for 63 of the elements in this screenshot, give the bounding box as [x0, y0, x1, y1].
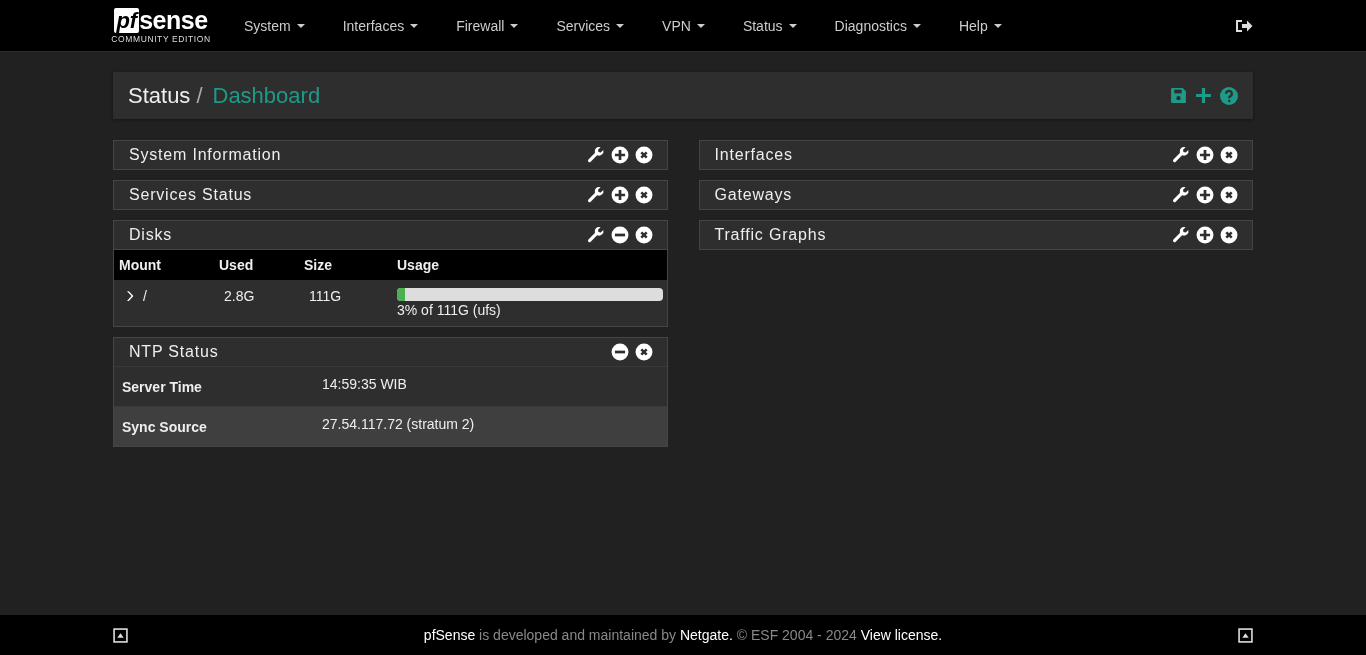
collapse-icon[interactable]: [610, 226, 629, 244]
column-header: Usage: [396, 257, 441, 273]
nav-menu[interactable]: Interfaces: [323, 17, 438, 34]
collapse-icon[interactable]: [610, 343, 629, 361]
widget-title: Interfaces: [714, 146, 793, 164]
column-header: Used: [218, 257, 255, 273]
footer-link[interactable]: View license.: [860, 627, 943, 643]
field-value: 14:59:35 WIB: [322, 376, 408, 394]
close-icon[interactable]: [634, 343, 653, 361]
close-icon[interactable]: [634, 146, 653, 164]
chevron-right-icon[interactable]: [124, 290, 136, 302]
settings-icon[interactable]: [1172, 186, 1190, 204]
footer-link[interactable]: pfSense: [423, 627, 476, 643]
scroll-top-icon[interactable]: [1238, 627, 1253, 643]
table-cell: /: [143, 288, 147, 304]
breadcrumb-separator: /: [196, 82, 203, 109]
nav-menu[interactable]: Services: [537, 17, 644, 34]
pfsense-logo[interactable]: pfsense COMMUNITY EDITION: [108, 7, 214, 44]
nav-menu[interactable]: System: [231, 17, 324, 34]
column-header: Mount: [118, 257, 162, 273]
widget-title: Traffic Graphs: [714, 226, 827, 244]
nav-menu[interactable]: Firewall: [437, 17, 538, 34]
settings-icon[interactable]: [586, 186, 605, 204]
column-header: Size: [303, 257, 333, 273]
add-icon[interactable]: [1195, 87, 1212, 104]
settings-icon[interactable]: [586, 146, 605, 164]
expand-icon[interactable]: [1196, 186, 1214, 204]
widget-title: Services Status: [129, 186, 253, 204]
nav-menu[interactable]: Help: [939, 17, 1021, 34]
close-icon[interactable]: [1220, 226, 1238, 244]
field-value: 27.54.117.72 (stratum 2): [322, 416, 476, 434]
help-icon[interactable]: [1220, 86, 1238, 105]
breadcrumb-parent[interactable]: Status: [128, 82, 191, 109]
nav-menu[interactable]: Status: [723, 17, 816, 34]
settings-icon[interactable]: [586, 226, 605, 244]
footer-link[interactable]: Netgate: [679, 627, 729, 643]
logout-icon[interactable]: [1235, 17, 1253, 34]
field-label: Server Time: [122, 378, 203, 395]
nav-menu[interactable]: VPN: [643, 17, 724, 34]
settings-icon[interactable]: [1172, 226, 1190, 244]
widget-title: NTP Status: [129, 343, 219, 361]
expand-icon[interactable]: [1196, 226, 1214, 244]
widget-title: Gateways: [714, 186, 793, 204]
field-label: Sync Source: [122, 418, 208, 435]
usage-text: 3% of 111G (ufs): [397, 302, 502, 318]
settings-icon[interactable]: [1172, 146, 1190, 164]
close-icon[interactable]: [1220, 146, 1238, 164]
close-icon[interactable]: [634, 186, 653, 204]
table-cell-text: 111G: [308, 288, 343, 306]
expand-icon[interactable]: [1196, 146, 1214, 164]
widget-title: System Information: [129, 146, 282, 164]
nav-menu[interactable]: Diagnostics: [815, 17, 940, 34]
footer-link[interactable]: .: [728, 627, 733, 643]
scroll-top-icon[interactable]: [113, 627, 128, 643]
expand-icon[interactable]: [610, 186, 629, 204]
breadcrumb-current[interactable]: Dashboard: [212, 82, 321, 109]
expand-icon[interactable]: [610, 146, 629, 164]
close-icon[interactable]: [1220, 186, 1238, 204]
table-cell-text: 2.8G: [223, 288, 256, 306]
save-icon[interactable]: [1170, 87, 1187, 104]
close-icon[interactable]: [634, 226, 653, 244]
footer-text: pfSense is developed and maintained by Netgate. © ESF 2004 - 2024 View license.: [423, 627, 943, 643]
widget-title: Disks: [129, 226, 173, 244]
